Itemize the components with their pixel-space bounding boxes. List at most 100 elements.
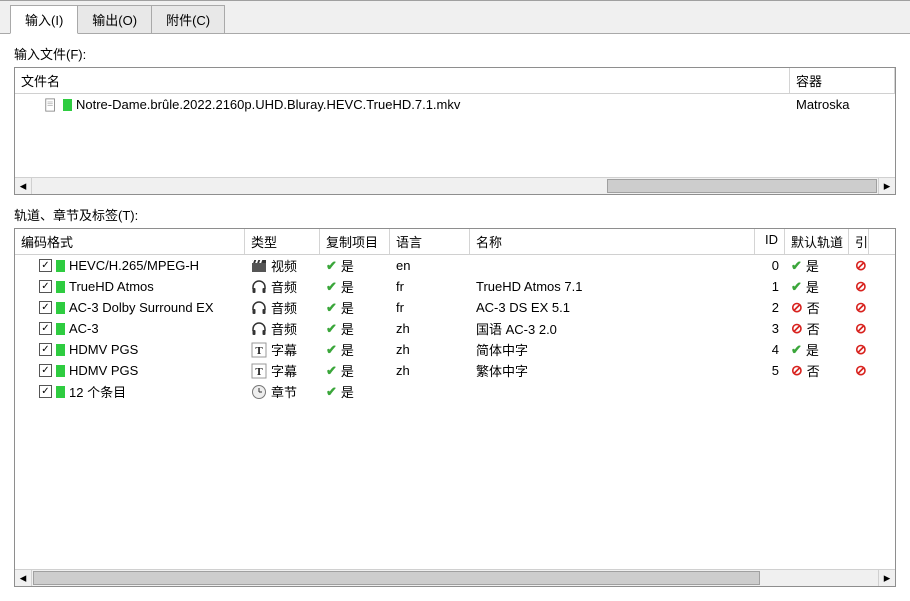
track-type: 字幕 [271, 340, 297, 359]
track-id: 1 [755, 279, 785, 294]
col-container[interactable]: 容器 [790, 68, 895, 93]
track-id: 2 [755, 300, 785, 315]
track-extra: ⊘ [849, 257, 869, 274]
track-codec: TrueHD Atmos [69, 279, 154, 294]
track-checkbox[interactable]: ✓ [39, 280, 52, 293]
tracks-hscrollbar[interactable]: ◂ ▸ [15, 569, 895, 586]
check-icon: ✔ [326, 258, 337, 274]
col-filename[interactable]: 文件名 [15, 68, 790, 93]
no-icon: ⊘ [855, 299, 867, 316]
track-checkbox[interactable]: ✓ [39, 343, 52, 356]
track-row[interactable]: ✓AC-3 Dolby Surround EX音频✔ 是frAC-3 DS EX… [15, 297, 895, 318]
no-icon: ⊘ [791, 299, 803, 316]
check-icon: ✔ [326, 321, 337, 337]
input-files-label: 输入文件(F): [0, 34, 910, 67]
check-icon: ✔ [326, 279, 337, 295]
track-id: 4 [755, 342, 785, 357]
status-indicator [56, 344, 65, 356]
scroll-left-icon[interactable]: ◂ [15, 570, 32, 586]
col-language[interactable]: 语言 [390, 229, 470, 254]
track-id: 5 [755, 363, 785, 378]
track-codec: HDMV PGS [69, 363, 138, 378]
check-icon: ✔ [326, 300, 337, 316]
track-rows[interactable]: ✓HEVC/H.265/MPEG-H视频✔ 是en0✔ 是⊘✓TrueHD At… [15, 255, 895, 569]
scroll-right-icon[interactable]: ▸ [878, 178, 895, 194]
track-default: ⊘ 否 [785, 319, 849, 338]
track-checkbox[interactable]: ✓ [39, 385, 52, 398]
track-language: zh [390, 321, 470, 336]
track-row[interactable]: ✓12 个条目章节✔ 是 [15, 381, 895, 402]
track-language: en [390, 258, 470, 273]
input-files-pane: 文件名 容器 Notre-Dame.brûle.2022.2160p.UHD.B… [14, 67, 896, 195]
track-default: ✔ 是 [785, 256, 849, 275]
file-columns-header[interactable]: 文件名 容器 [15, 68, 895, 94]
track-name: 简体中字 [470, 340, 755, 359]
col-id[interactable]: ID [755, 229, 785, 254]
track-id: 0 [755, 258, 785, 273]
svg-text:T: T [255, 366, 263, 378]
status-indicator [56, 281, 65, 293]
tab-output[interactable]: 输出(O) [77, 5, 152, 34]
track-name: AC-3 DS EX 5.1 [470, 300, 755, 315]
track-row[interactable]: ✓HDMV PGST字幕✔ 是zh繁体中字5⊘ 否⊘ [15, 360, 895, 381]
track-id: 3 [755, 321, 785, 336]
headphones-icon [251, 300, 267, 316]
track-name: 国语 AC-3 2.0 [470, 319, 755, 338]
track-checkbox[interactable]: ✓ [39, 364, 52, 377]
track-language: fr [390, 279, 470, 294]
clapper-icon [251, 258, 267, 274]
files-hscrollbar[interactable]: ◂ ▸ [15, 177, 895, 194]
col-copy[interactable]: 复制项目 [320, 229, 390, 254]
track-row[interactable]: ✓HDMV PGST字幕✔ 是zh简体中字4✔ 是⊘ [15, 339, 895, 360]
track-checkbox[interactable]: ✓ [39, 259, 52, 272]
track-copy: ✔ 是 [320, 361, 390, 380]
status-indicator [56, 302, 65, 314]
tab-attachments[interactable]: 附件(C) [151, 5, 225, 34]
no-icon: ⊘ [855, 362, 867, 379]
track-type: 音频 [271, 298, 297, 317]
file-icon [43, 97, 59, 113]
track-columns-header[interactable]: 编码格式 类型 复制项目 语言 名称 ID 默认轨道 引 [15, 229, 895, 255]
status-indicator [63, 99, 72, 111]
no-icon: ⊘ [791, 320, 803, 337]
track-row[interactable]: ✓AC-3音频✔ 是zh国语 AC-3 2.03⊘ 否⊘ [15, 318, 895, 339]
track-language: fr [390, 300, 470, 315]
scroll-right-icon[interactable]: ▸ [878, 570, 895, 586]
track-type: 字幕 [271, 361, 297, 380]
text-icon: T [251, 342, 267, 358]
track-language: zh [390, 363, 470, 378]
track-copy: ✔ 是 [320, 277, 390, 296]
no-icon: ⊘ [855, 278, 867, 295]
no-icon: ⊘ [855, 257, 867, 274]
track-row[interactable]: ✓TrueHD Atmos音频✔ 是frTrueHD Atmos 7.11✔ 是… [15, 276, 895, 297]
track-copy: ✔ 是 [320, 382, 390, 401]
scroll-thumb[interactable] [33, 571, 760, 585]
col-codec[interactable]: 编码格式 [15, 229, 245, 254]
track-checkbox[interactable]: ✓ [39, 301, 52, 314]
file-rows[interactable]: Notre-Dame.brûle.2022.2160p.UHD.Bluray.H… [15, 94, 895, 177]
track-copy: ✔ 是 [320, 256, 390, 275]
track-copy: ✔ 是 [320, 340, 390, 359]
file-name: Notre-Dame.brûle.2022.2160p.UHD.Bluray.H… [76, 97, 460, 112]
col-type[interactable]: 类型 [245, 229, 320, 254]
scroll-left-icon[interactable]: ◂ [15, 178, 32, 194]
track-extra: ⊘ [849, 299, 869, 316]
track-extra: ⊘ [849, 341, 869, 358]
check-icon: ✔ [326, 363, 337, 379]
track-codec: AC-3 Dolby Surround EX [69, 300, 214, 315]
tab-input[interactable]: 输入(I) [10, 5, 78, 34]
track-name: TrueHD Atmos 7.1 [470, 279, 755, 294]
track-default: ⊘ 否 [785, 361, 849, 380]
track-codec: HDMV PGS [69, 342, 138, 357]
scroll-thumb[interactable] [607, 179, 877, 193]
no-icon: ⊘ [855, 341, 867, 358]
col-default[interactable]: 默认轨道 [785, 229, 849, 254]
track-checkbox[interactable]: ✓ [39, 322, 52, 335]
col-name[interactable]: 名称 [470, 229, 755, 254]
track-row[interactable]: ✓HEVC/H.265/MPEG-H视频✔ 是en0✔ 是⊘ [15, 255, 895, 276]
track-type: 章节 [271, 382, 297, 401]
col-extra[interactable]: 引 [849, 229, 869, 254]
check-icon: ✔ [326, 342, 337, 358]
track-codec: AC-3 [69, 321, 99, 336]
file-row[interactable]: Notre-Dame.brûle.2022.2160p.UHD.Bluray.H… [15, 94, 895, 115]
